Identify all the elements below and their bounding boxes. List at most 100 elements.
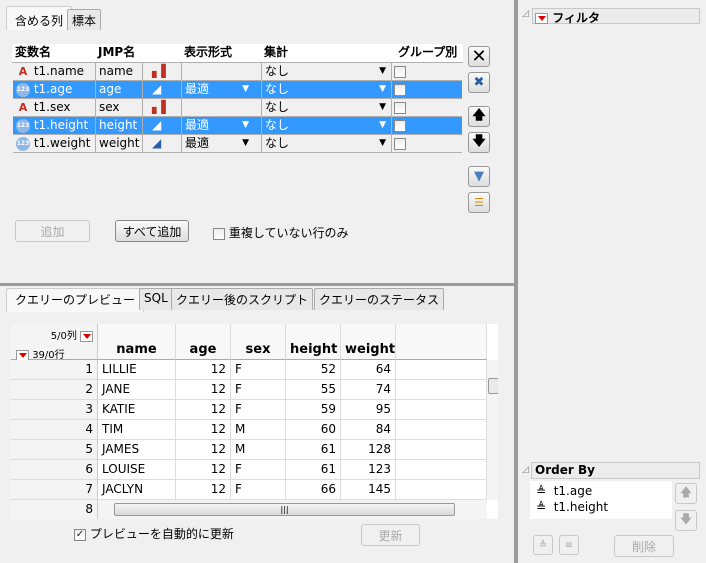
data-cell[interactable]: 12 — [176, 460, 231, 480]
move-down-button[interactable]: 🡇 — [468, 132, 490, 153]
data-cell[interactable]: 12 — [176, 440, 231, 460]
order-by-item[interactable]: ≜ t1.age — [530, 481, 672, 499]
tab-post-query-script[interactable]: クエリー後のスクリプト — [171, 288, 314, 310]
data-cell[interactable]: 55 — [286, 380, 341, 400]
data-cell[interactable]: JAMES — [98, 440, 176, 460]
row-number[interactable]: 8 — [11, 500, 98, 519]
tab-sql[interactable]: SQL — [139, 288, 173, 310]
data-cell[interactable]: 12 — [176, 360, 231, 380]
format-select[interactable]: 最適 ▼ — [182, 117, 262, 135]
format-select[interactable]: 最適 ▼ — [182, 81, 262, 99]
data-cell[interactable]: 61 — [286, 460, 341, 480]
data-cell[interactable]: F — [231, 460, 286, 480]
group-by-checkbox[interactable] — [394, 137, 406, 150]
rows-menu-icon[interactable] — [16, 349, 29, 361]
column-row[interactable]: 123 t1.height height ◢ 最適 ▼ なし ▼ — [13, 117, 462, 135]
horizontal-splitter[interactable] — [0, 283, 514, 286]
add-all-button[interactable]: すべて追加 — [115, 220, 189, 242]
data-cell[interactable]: 52 — [286, 360, 341, 380]
data-cell[interactable]: F — [231, 480, 286, 500]
data-cell[interactable]: LILLIE — [98, 360, 176, 380]
format-select[interactable] — [182, 99, 262, 117]
data-cell[interactable]: 61 — [286, 440, 341, 460]
refresh-button[interactable]: 更新 — [361, 524, 420, 546]
move-up-button[interactable]: 🡅 — [468, 106, 490, 127]
format-select[interactable] — [182, 63, 262, 81]
data-cell[interactable]: 64 — [341, 360, 396, 380]
auto-update-checkbox[interactable]: ✓ プレビューを自動的に更新 — [74, 525, 234, 542]
data-cell[interactable]: 84 — [341, 420, 396, 440]
row-number[interactable]: 5 — [11, 440, 98, 460]
data-cell[interactable]: TIM — [98, 420, 176, 440]
remove-all-columns-button[interactable]: ✖ — [468, 72, 490, 93]
data-cell[interactable]: JACLYN — [98, 480, 176, 500]
data-cell[interactable]: F — [231, 380, 286, 400]
row-number[interactable]: 7 — [11, 480, 98, 500]
data-cell[interactable]: JANE — [98, 380, 176, 400]
order-by-list[interactable]: ≜ t1.age ≜ t1.height — [530, 481, 672, 519]
collapse-icon[interactable]: ◿ — [522, 465, 529, 475]
distinct-rows-checkbox[interactable]: 重複していない行のみ — [213, 224, 348, 241]
checkbox-checked[interactable]: ✓ — [74, 528, 86, 541]
row-number[interactable]: 3 — [11, 400, 98, 420]
jmp-name[interactable]: age — [99, 82, 121, 96]
aggregate-select[interactable]: なし ▼ — [262, 81, 392, 99]
row-number[interactable]: 6 — [11, 460, 98, 480]
column-row[interactable]: 123 t1.weight weight ◢ 最適 ▼ なし ▼ — [13, 135, 462, 153]
order-by-item[interactable]: ≜ t1.height — [530, 499, 672, 515]
remove-column-button[interactable]: ✕ — [468, 46, 490, 67]
tab-query-preview[interactable]: クエリーのプレビュー — [6, 288, 145, 312]
data-cell[interactable]: M — [231, 420, 286, 440]
data-cell[interactable]: F — [231, 360, 286, 380]
data-cell[interactable]: LOUISE — [98, 460, 176, 480]
row-number[interactable]: 4 — [11, 420, 98, 440]
data-cell[interactable]: KATIE — [98, 400, 176, 420]
column-row[interactable]: A t1.name name ▖▌ なし ▼ — [13, 63, 462, 81]
jmp-name[interactable]: height — [99, 118, 137, 132]
data-cell[interactable]: 60 — [286, 420, 341, 440]
row-number[interactable]: 1 — [11, 360, 98, 380]
ascending-button[interactable]: ≜ — [533, 535, 553, 555]
vertical-scrollbar[interactable] — [487, 360, 498, 500]
column-row[interactable]: A t1.sex sex ▖▌ なし ▼ — [13, 99, 462, 117]
horizontal-scrollbar[interactable]: ||| — [98, 500, 487, 519]
add-button[interactable]: 追加 — [15, 220, 90, 242]
data-cell[interactable]: 12 — [176, 380, 231, 400]
data-cell[interactable]: 95 — [341, 400, 396, 420]
data-cell[interactable]: 74 — [341, 380, 396, 400]
column-header-sex[interactable]: sex — [231, 324, 286, 360]
jmp-name[interactable]: sex — [99, 100, 120, 114]
group-by-checkbox[interactable] — [394, 65, 406, 78]
aggregate-select[interactable]: なし ▼ — [262, 99, 392, 117]
column-header-weight[interactable]: weight — [341, 324, 396, 360]
jmp-name[interactable]: weight — [99, 136, 139, 150]
scrollbar-thumb[interactable]: ||| — [114, 503, 455, 516]
group-by-checkbox[interactable] — [394, 83, 406, 96]
scrollbar-thumb[interactable] — [488, 378, 498, 394]
data-cell[interactable]: 12 — [176, 400, 231, 420]
column-header-name[interactable]: name — [98, 324, 176, 360]
group-by-checkbox[interactable] — [394, 101, 406, 114]
jmp-name[interactable]: name — [99, 64, 133, 78]
data-cell[interactable]: 123 — [341, 460, 396, 480]
vertical-splitter[interactable] — [514, 0, 518, 563]
checkbox[interactable] — [213, 227, 225, 240]
column-header-height[interactable]: height — [286, 324, 341, 360]
data-cell[interactable]: 145 — [341, 480, 396, 500]
format-select[interactable]: 最適 ▼ — [182, 135, 262, 153]
column-header-age[interactable]: age — [176, 324, 231, 360]
order-up-button[interactable]: 🡅 — [675, 483, 697, 504]
aggregate-select[interactable]: なし ▼ — [262, 117, 392, 135]
data-cell[interactable]: 66 — [286, 480, 341, 500]
tab-included-columns[interactable]: 含める列 — [6, 6, 73, 30]
tab-sample[interactable]: 標本 — [67, 9, 102, 30]
aggregate-select[interactable]: なし ▼ — [262, 63, 392, 81]
data-cell[interactable]: 59 — [286, 400, 341, 420]
tab-query-status[interactable]: クエリーのステータス — [314, 288, 445, 310]
aggregate-select[interactable]: なし ▼ — [262, 135, 392, 153]
data-cell[interactable]: 12 — [176, 480, 231, 500]
order-down-button[interactable]: 🡇 — [675, 510, 697, 531]
collapse-icon[interactable]: ◿ — [522, 9, 529, 19]
filter-button[interactable]: ▼ — [468, 166, 490, 187]
descending-button[interactable]: ≡ — [559, 535, 579, 555]
